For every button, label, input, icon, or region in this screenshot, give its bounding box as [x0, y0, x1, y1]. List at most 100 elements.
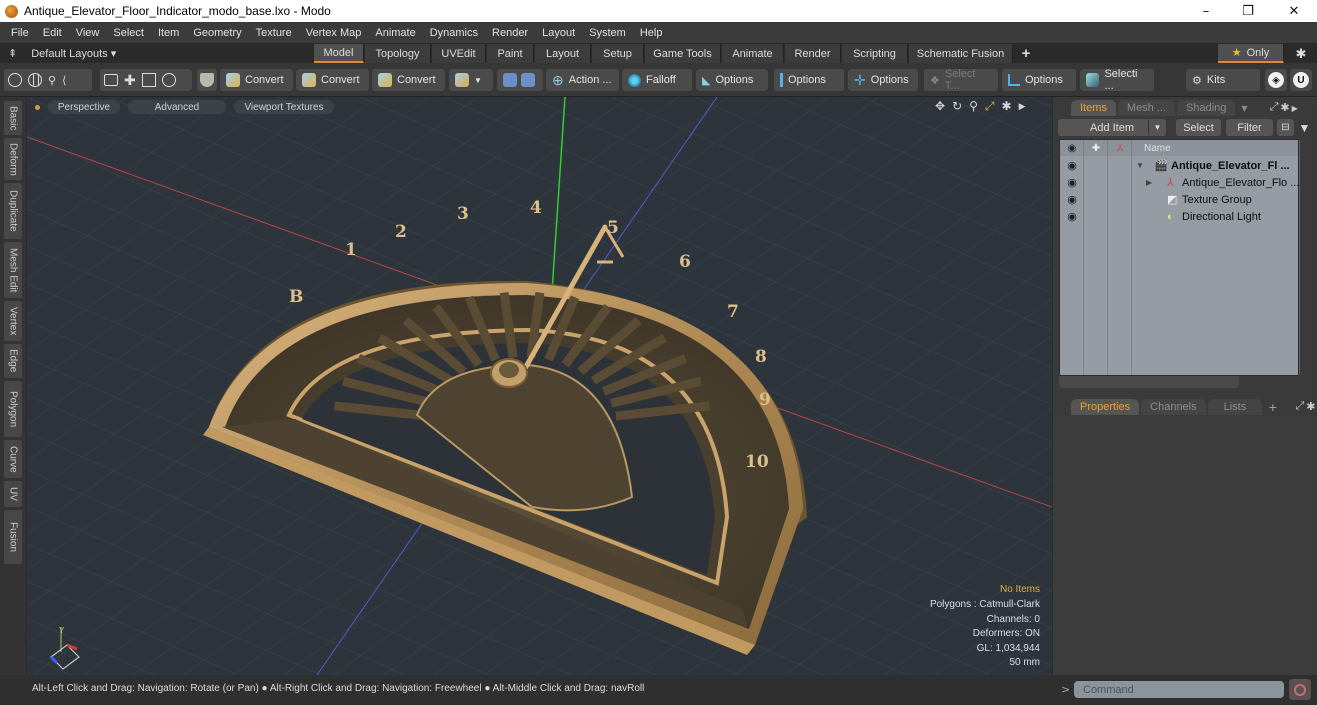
primitive-dropdown[interactable]: ▼: [449, 69, 493, 91]
list-item[interactable]: ◉ ▼ 🎬 Antique_Elevator_Fl ...: [1060, 157, 1300, 174]
vtab-uv[interactable]: UV: [4, 481, 22, 507]
polygon-mode-icon[interactable]: ✚: [124, 72, 136, 89]
menu-file[interactable]: File: [4, 27, 36, 39]
viewport-menu-arrow-icon[interactable]: ▶: [1019, 99, 1026, 115]
action-center-button[interactable]: ⊕ Action ...: [546, 69, 619, 91]
eye-icon[interactable]: ◉: [1060, 193, 1084, 206]
pivot-mode-icon[interactable]: [161, 73, 176, 87]
panel-gear-icon[interactable]: ✱: [1306, 400, 1315, 413]
select-button[interactable]: Select: [1176, 119, 1221, 136]
menu-item[interactable]: Item: [151, 27, 186, 39]
list-item[interactable]: ◉ ◐ Directional Light: [1060, 208, 1300, 225]
menu-render[interactable]: Render: [485, 27, 535, 39]
options-button-3[interactable]: ✛ Options: [848, 69, 918, 91]
rotate-icon[interactable]: ↻: [952, 99, 962, 115]
vtab-curve[interactable]: Curve: [4, 440, 22, 478]
sphere-mode-icon[interactable]: [28, 73, 42, 87]
vtab-polygon[interactable]: Polygon: [4, 381, 22, 437]
eye-icon[interactable]: ◉: [1060, 159, 1084, 172]
tab-schematic-fusion[interactable]: Schematic Fusion: [909, 44, 1013, 63]
menu-view[interactable]: View: [69, 27, 107, 39]
options-button-1[interactable]: ◣ Options: [696, 69, 768, 91]
tab-channels[interactable]: Channels: [1141, 399, 1206, 415]
only-toggle[interactable]: ★ Only: [1218, 44, 1284, 63]
viewport-settings-gear-icon[interactable]: ✱: [1002, 99, 1012, 115]
settings-gear-icon[interactable]: ✱: [1288, 44, 1314, 63]
item-list-horizontal-scrollbar[interactable]: [1059, 376, 1239, 388]
filter-button[interactable]: Filter: [1226, 119, 1273, 136]
unity-button[interactable]: ◈: [1265, 69, 1287, 91]
menu-geometry[interactable]: Geometry: [186, 27, 248, 39]
eye-icon[interactable]: ◉: [1060, 210, 1084, 223]
item-mode-icon[interactable]: [104, 74, 118, 86]
lock-column-icon[interactable]: ✚: [1084, 143, 1108, 154]
add-tab-button[interactable]: +: [1268, 401, 1277, 414]
advanced-button[interactable]: Advanced: [128, 100, 226, 114]
tab-layout[interactable]: Layout: [535, 44, 591, 63]
tab-scripting[interactable]: Scripting: [842, 44, 908, 63]
shield-button[interactable]: [197, 69, 217, 91]
layout-up-icon[interactable]: ⇞: [8, 47, 17, 60]
menu-layout[interactable]: Layout: [535, 27, 582, 39]
menu-edit[interactable]: Edit: [36, 27, 69, 39]
list-item[interactable]: ◉ ◩ Texture Group: [1060, 191, 1300, 208]
convert-button-2[interactable]: Convert: [296, 69, 369, 91]
shading-dropdown-icon[interactable]: ▼: [1241, 104, 1247, 113]
menu-vertex-map[interactable]: Vertex Map: [299, 27, 369, 39]
tab-model[interactable]: Model: [314, 44, 364, 63]
pen-tool-icon[interactable]: ⚲: [48, 74, 56, 87]
tab-uvedit[interactable]: UVEdit: [432, 44, 486, 63]
tab-animate[interactable]: Animate: [722, 44, 784, 63]
zoom-icon[interactable]: ⚲: [969, 99, 978, 115]
pan-icon[interactable]: ✥: [935, 99, 945, 115]
vtab-deform[interactable]: Deform: [4, 138, 22, 180]
selection-sets-button[interactable]: Selecti ...: [1080, 68, 1154, 92]
perspective-button[interactable]: Perspective: [48, 100, 120, 114]
tab-lists[interactable]: Lists: [1207, 399, 1263, 415]
maximize-viewport-icon[interactable]: ⤢: [985, 99, 995, 115]
default-layouts-dropdown[interactable]: Default Layouts ▾: [31, 47, 116, 60]
type-column-icon[interactable]: ⅄: [1108, 143, 1132, 154]
tab-shading[interactable]: Shading: [1177, 100, 1236, 116]
falloff-button[interactable]: Falloff: [622, 69, 692, 91]
convert-button-1[interactable]: Convert: [220, 69, 293, 91]
panel-gear-icon[interactable]: ✱: [1280, 101, 1289, 114]
tab-game-tools[interactable]: Game Tools: [645, 44, 721, 63]
name-column-header[interactable]: Name: [1144, 143, 1171, 154]
maximize-button[interactable]: ❐: [1225, 0, 1271, 22]
panel-menu-arrow-icon[interactable]: ▶: [1292, 104, 1298, 113]
menu-system[interactable]: System: [582, 27, 633, 39]
vtab-basic[interactable]: Basic: [4, 101, 22, 135]
tab-items[interactable]: Items: [1071, 100, 1116, 116]
symmetry-icon[interactable]: [503, 73, 517, 87]
command-history-button[interactable]: [1289, 679, 1311, 700]
options-button-2[interactable]: Options: [774, 69, 844, 91]
unreal-button[interactable]: U: [1290, 69, 1312, 91]
options-button-4[interactable]: Options: [1002, 69, 1076, 91]
menu-texture[interactable]: Texture: [249, 27, 299, 39]
eye-icon[interactable]: ◉: [1060, 176, 1084, 189]
viewport-textures-button[interactable]: Viewport Textures: [234, 100, 334, 114]
command-input[interactable]: Command: [1074, 681, 1284, 698]
expand-panel-icon[interactable]: ⤢: [1295, 399, 1304, 413]
close-button[interactable]: ✕: [1271, 0, 1317, 22]
expand-panel-icon[interactable]: ⤢: [1270, 100, 1279, 114]
vtab-fusion[interactable]: Fusion: [4, 510, 22, 564]
viewport-dot-icon[interactable]: [35, 104, 40, 110]
vertex-mode-icon[interactable]: [8, 73, 22, 87]
material-mode-icon[interactable]: [141, 73, 156, 87]
tab-paint[interactable]: Paint: [487, 44, 534, 63]
minimize-button[interactable]: –: [1183, 0, 1229, 22]
visibility-column-icon[interactable]: ◉: [1060, 143, 1084, 154]
snapping-icon[interactable]: [521, 73, 535, 87]
filter-funnel-icon[interactable]: ▼: [1296, 119, 1313, 136]
tab-mesh[interactable]: Mesh ...: [1117, 100, 1176, 116]
add-item-dropdown-icon[interactable]: ▼: [1148, 119, 1166, 136]
tab-render[interactable]: Render: [785, 44, 841, 63]
edge-mode-icon[interactable]: ⟨: [62, 74, 66, 87]
menu-select[interactable]: Select: [106, 27, 151, 39]
expand-arrow-icon[interactable]: ▼: [1136, 161, 1144, 170]
select-tool-button[interactable]: ❖ Select T...: [924, 68, 998, 92]
expand-arrow-icon[interactable]: ▶: [1146, 178, 1152, 187]
list-item[interactable]: ◉ ▶ ⅄ Antique_Elevator_Flo ...: [1060, 174, 1300, 191]
